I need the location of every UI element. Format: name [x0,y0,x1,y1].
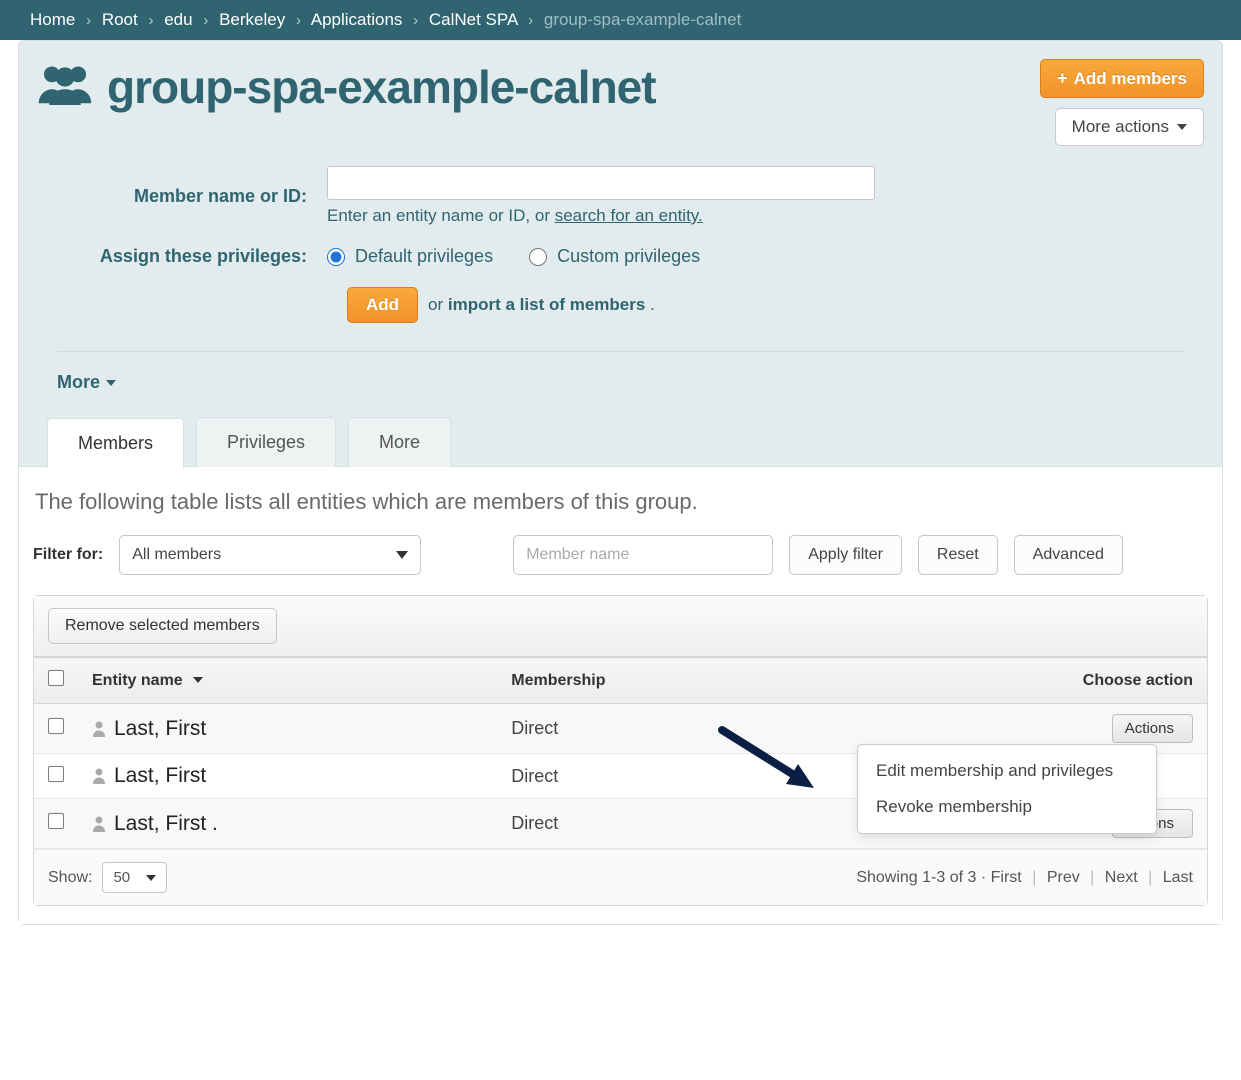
chevron-right-icon: › [86,12,91,29]
pager-next[interactable]: Next [1105,869,1138,886]
col-choose-action: Choose action [830,658,1207,704]
chevron-right-icon: › [528,12,533,29]
breadcrumb-edu[interactable]: edu [164,10,192,29]
tab-more[interactable]: More [348,417,451,467]
filter-select[interactable]: All members [119,535,421,575]
more-actions-button[interactable]: More actions [1055,108,1204,146]
add-members-label: Add members [1074,69,1187,89]
actions-label: Actions [1125,720,1174,737]
default-privileges-text: Default privileges [355,246,493,267]
person-icon [92,816,106,832]
import-alternative: or import a list of members . [428,295,655,315]
chevron-right-icon: › [148,12,153,29]
chevron-right-icon: › [296,12,301,29]
page-title: group-spa-example-calnet [107,60,656,114]
period-text: . [645,295,654,314]
more-actions-label: More actions [1072,117,1169,137]
member-hint-text: Enter an entity name or ID, or [327,206,555,225]
entity-name[interactable]: Last, First [114,717,206,741]
more-toggle[interactable]: More [57,372,116,393]
add-button[interactable]: Add [347,287,418,323]
entity-name[interactable]: Last, First . [114,812,218,836]
chevron-down-icon [396,551,408,559]
pager-last[interactable]: Last [1163,869,1193,886]
dropdown-edit-membership[interactable]: Edit membership and privileges [858,753,1156,789]
panel-description: The following table lists all entities w… [33,489,1208,515]
sort-caret-icon [193,677,203,683]
filter-select-value: All members [132,546,221,564]
tab-members[interactable]: Members [47,418,184,468]
showing-text: Showing 1-3 of 3 [856,869,976,886]
member-name-filter-input[interactable] [513,535,773,575]
actions-button[interactable]: Actions [1112,714,1193,743]
breadcrumb-applications[interactable]: Applications [311,10,403,29]
privileges-label: Assign these privileges: [37,246,327,267]
member-hint: Enter an entity name or ID, or search fo… [327,206,1204,226]
tab-privileges[interactable]: Privileges [196,417,336,467]
breadcrumb-home[interactable]: Home [30,10,75,29]
filter-for-label: Filter for: [33,546,103,564]
breadcrumb: Home › Root › edu › Berkeley › Applicati… [0,0,1241,40]
caret-down-icon [1177,124,1187,130]
add-members-button[interactable]: + Add members [1040,59,1204,98]
breadcrumb-calnet-spa[interactable]: CalNet SPA [429,10,518,29]
membership-value: Direct [497,704,830,754]
membership-value: Direct [497,754,830,799]
col-entity-label: Entity name [92,672,183,689]
chevron-right-icon: › [203,12,208,29]
show-label: Show: [48,869,92,887]
person-icon [92,721,106,737]
default-privileges-radio[interactable]: Default privileges [327,246,493,267]
chevron-down-icon [146,875,156,881]
advanced-button[interactable]: Advanced [1014,535,1123,575]
breadcrumb-berkeley[interactable]: Berkeley [219,10,285,29]
row-checkbox[interactable] [48,718,64,734]
pager-first[interactable]: First [991,869,1022,886]
search-entity-link[interactable]: search for an entity. [555,206,703,225]
show-count-select[interactable]: 50 [102,862,167,893]
pager-prev[interactable]: Prev [1047,869,1080,886]
membership-value: Direct [497,799,830,849]
entity-name[interactable]: Last, First [114,764,206,788]
or-text: or [428,295,448,314]
member-name-label: Member name or ID: [37,186,327,207]
member-name-input[interactable] [327,166,875,200]
custom-privileges-input[interactable] [529,248,547,266]
import-members-link[interactable]: import a list of members [448,295,645,314]
remove-selected-button[interactable]: Remove selected members [48,608,277,644]
col-entity-name[interactable]: Entity name [78,658,497,704]
pager: Showing 1-3 of 3 · First | Prev | Next |… [856,869,1193,887]
row-checkbox[interactable] [48,766,64,782]
divider [57,351,1184,352]
custom-privileges-text: Custom privileges [557,246,700,267]
reset-button[interactable]: Reset [918,535,998,575]
apply-filter-button[interactable]: Apply filter [789,535,902,575]
plus-icon: + [1057,68,1068,89]
dropdown-revoke-membership[interactable]: Revoke membership [858,789,1156,825]
select-all-checkbox[interactable] [48,670,64,686]
tabs: Members Privileges More [37,417,1204,467]
actions-dropdown: Edit membership and privileges Revoke me… [857,744,1157,834]
col-membership: Membership [497,658,830,704]
chevron-right-icon: › [413,12,418,29]
tab-more-label: More [379,432,420,452]
default-privileges-input[interactable] [327,248,345,266]
custom-privileges-radio[interactable]: Custom privileges [529,246,700,267]
more-toggle-label: More [57,372,100,393]
breadcrumb-root[interactable]: Root [102,10,138,29]
person-icon [92,768,106,784]
chevron-down-icon [106,380,116,386]
row-checkbox[interactable] [48,813,64,829]
show-count-value: 50 [113,869,130,886]
group-icon [37,59,93,114]
breadcrumb-current: group-spa-example-calnet [544,10,742,29]
